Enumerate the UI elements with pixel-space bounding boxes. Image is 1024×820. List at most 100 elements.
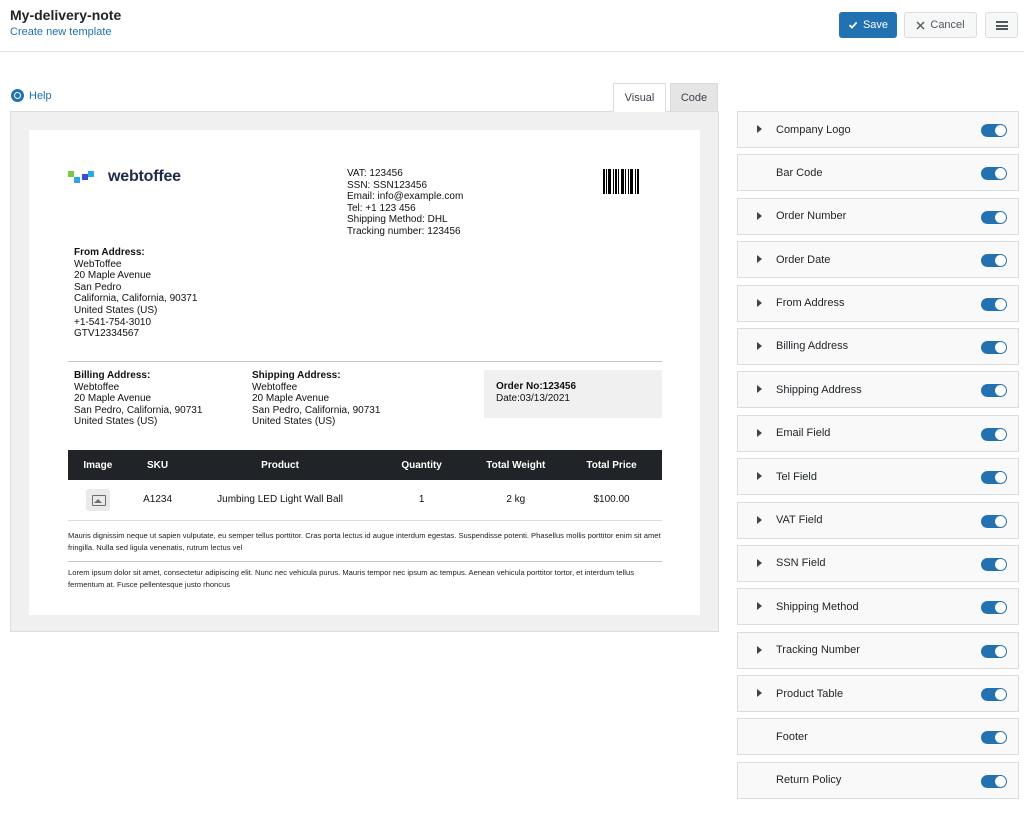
panel-item-bar-code[interactable]: Bar Code	[737, 154, 1019, 192]
panel-item-return-policy[interactable]: Return Policy	[737, 761, 1019, 799]
panel-item-billing-address[interactable]: Billing Address	[737, 327, 1019, 365]
tab-code[interactable]: Code	[670, 83, 718, 112]
checkmark-icon	[848, 21, 858, 29]
panel-item-from-address[interactable]: From Address	[737, 284, 1019, 322]
order-number-label: Order No:	[496, 381, 543, 392]
expand-arrow-icon[interactable]	[757, 689, 762, 698]
expand-arrow-icon[interactable]	[757, 255, 762, 264]
shipping-address-line: San Pedro, California, 90731	[252, 404, 381, 416]
order-number-value: 123456	[542, 381, 577, 392]
logo-text: webtoffee	[108, 168, 181, 185]
expand-arrow-icon[interactable]	[757, 428, 762, 437]
footer-text: Mauris dignissim neque ut sapien vulputa…	[68, 531, 661, 552]
panel-item-product-table[interactable]: Product Table	[737, 675, 1019, 713]
panel-item-order-date[interactable]: Order Date	[737, 241, 1019, 279]
top-bar: My-delivery-note Create new template Sav…	[0, 0, 1024, 52]
tracking-number-line: Tracking number: 123456	[347, 225, 461, 237]
panel-item-tracking-number[interactable]: Tracking Number	[737, 631, 1019, 669]
from-address-line: United States (US)	[74, 304, 158, 316]
toggle-switch[interactable]	[981, 297, 1007, 311]
panel-item-label: Shipping Method	[776, 600, 859, 613]
expand-arrow-icon[interactable]	[757, 558, 762, 567]
panel-item-label: SSN Field	[776, 557, 826, 570]
from-address-line: +1-541-754-3010	[74, 316, 152, 328]
create-new-template-link[interactable]: Create new template	[10, 26, 112, 38]
from-address-line: WebToffee	[74, 258, 122, 270]
sku-cell: A1234	[127, 480, 188, 521]
settings-panel: Company Logo Bar Code Order Number Order Da…	[737, 111, 1019, 805]
toggle-switch[interactable]	[981, 210, 1007, 224]
template-preview: webtoffee VAT: 123456 SSN: SSN123456 Ema…	[10, 111, 719, 632]
toggle-switch[interactable]	[981, 124, 1007, 137]
product-image-cell	[68, 480, 128, 521]
panel-item-tel-field[interactable]: Tel Field	[737, 458, 1019, 496]
expand-arrow-icon[interactable]	[757, 602, 762, 611]
panel-item-label: Order Date	[776, 253, 831, 266]
panel-item-company-logo[interactable]: Company Logo	[737, 111, 1019, 148]
expand-arrow-icon[interactable]	[757, 472, 762, 481]
product-table: Image SKU Product Quantity Total Weight …	[68, 450, 662, 521]
panel-item-email-field[interactable]: Email Field	[737, 414, 1019, 452]
toggle-switch[interactable]	[981, 731, 1007, 745]
toggle-switch[interactable]	[981, 774, 1007, 788]
panel-item-ssn-field[interactable]: SSN Field	[737, 544, 1019, 582]
col-header-product: Product	[187, 450, 373, 480]
billing-address: Billing Address: Webtoffee 20 Maple Aven…	[74, 370, 202, 428]
panel-item-label: Shipping Address	[776, 383, 862, 396]
from-address-line: 20 Maple Avenue	[74, 270, 152, 282]
col-header-total-weight: Total Weight	[470, 450, 562, 480]
toggle-switch[interactable]	[981, 688, 1007, 702]
cancel-button[interactable]: Cancel	[904, 12, 977, 38]
save-button[interactable]: Save	[839, 12, 897, 38]
expand-arrow-icon[interactable]	[757, 645, 762, 654]
company-info-block: VAT: 123456 SSN: SSN123456 Email: info@e…	[347, 168, 463, 238]
vat-line: VAT: 123456	[347, 168, 403, 179]
lifebuoy-icon	[11, 89, 24, 102]
image-placeholder-icon	[85, 488, 110, 511]
toggle-switch[interactable]	[981, 601, 1007, 615]
expand-arrow-icon[interactable]	[757, 341, 762, 350]
col-header-sku: SKU	[127, 450, 188, 480]
toggle-switch[interactable]	[981, 557, 1007, 571]
barcode	[603, 169, 662, 194]
panel-item-vat-field[interactable]: VAT Field	[737, 501, 1019, 539]
panel-item-shipping-method[interactable]: Shipping Method	[737, 588, 1019, 626]
toggle-switch[interactable]	[981, 167, 1007, 181]
panel-item-label: Product Table	[776, 687, 844, 700]
expand-arrow-icon[interactable]	[757, 515, 762, 524]
close-icon	[916, 21, 925, 29]
panel-item-label: Return Policy	[776, 774, 842, 787]
product-table-header: Image SKU Product Quantity Total Weight …	[68, 450, 662, 480]
order-date: Date:03/13/2021	[496, 393, 570, 404]
toggle-switch[interactable]	[981, 254, 1007, 268]
from-address-line: California, California, 90371	[74, 293, 198, 305]
toggle-switch[interactable]	[981, 644, 1007, 658]
save-button-label: Save	[862, 19, 889, 31]
billing-address-line: 20 Maple Avenue	[74, 393, 152, 405]
panel-item-shipping-address[interactable]: Shipping Address	[737, 371, 1019, 409]
panel-item-label: Tel Field	[776, 470, 817, 483]
billing-address-line: Webtoffee	[74, 381, 120, 393]
menu-button[interactable]	[985, 12, 1018, 38]
toggle-switch[interactable]	[981, 514, 1007, 528]
panel-item-label: Tracking Number	[776, 644, 860, 657]
order-number: Order No:123456	[496, 381, 650, 393]
panel-item-order-number[interactable]: Order Number	[737, 197, 1019, 235]
toggle-switch[interactable]	[981, 471, 1007, 485]
panel-item-label: Company Logo	[776, 123, 851, 136]
from-address-line: San Pedro	[74, 281, 122, 293]
quantity-cell: 1	[372, 480, 471, 521]
panel-item-footer[interactable]: Footer	[737, 718, 1019, 756]
expand-arrow-icon[interactable]	[757, 385, 762, 394]
help-link[interactable]: Help	[11, 89, 52, 102]
shipping-address-line: United States (US)	[252, 416, 336, 428]
toggle-switch[interactable]	[981, 384, 1007, 398]
weight-cell: 2 kg	[470, 480, 562, 521]
toggle-switch[interactable]	[981, 340, 1007, 354]
expand-arrow-icon[interactable]	[757, 298, 762, 307]
tab-visual[interactable]: Visual	[613, 83, 666, 112]
expand-arrow-icon[interactable]	[757, 125, 762, 133]
expand-arrow-icon[interactable]	[757, 211, 762, 220]
panel-item-label: From Address	[776, 297, 845, 310]
toggle-switch[interactable]	[981, 427, 1007, 441]
